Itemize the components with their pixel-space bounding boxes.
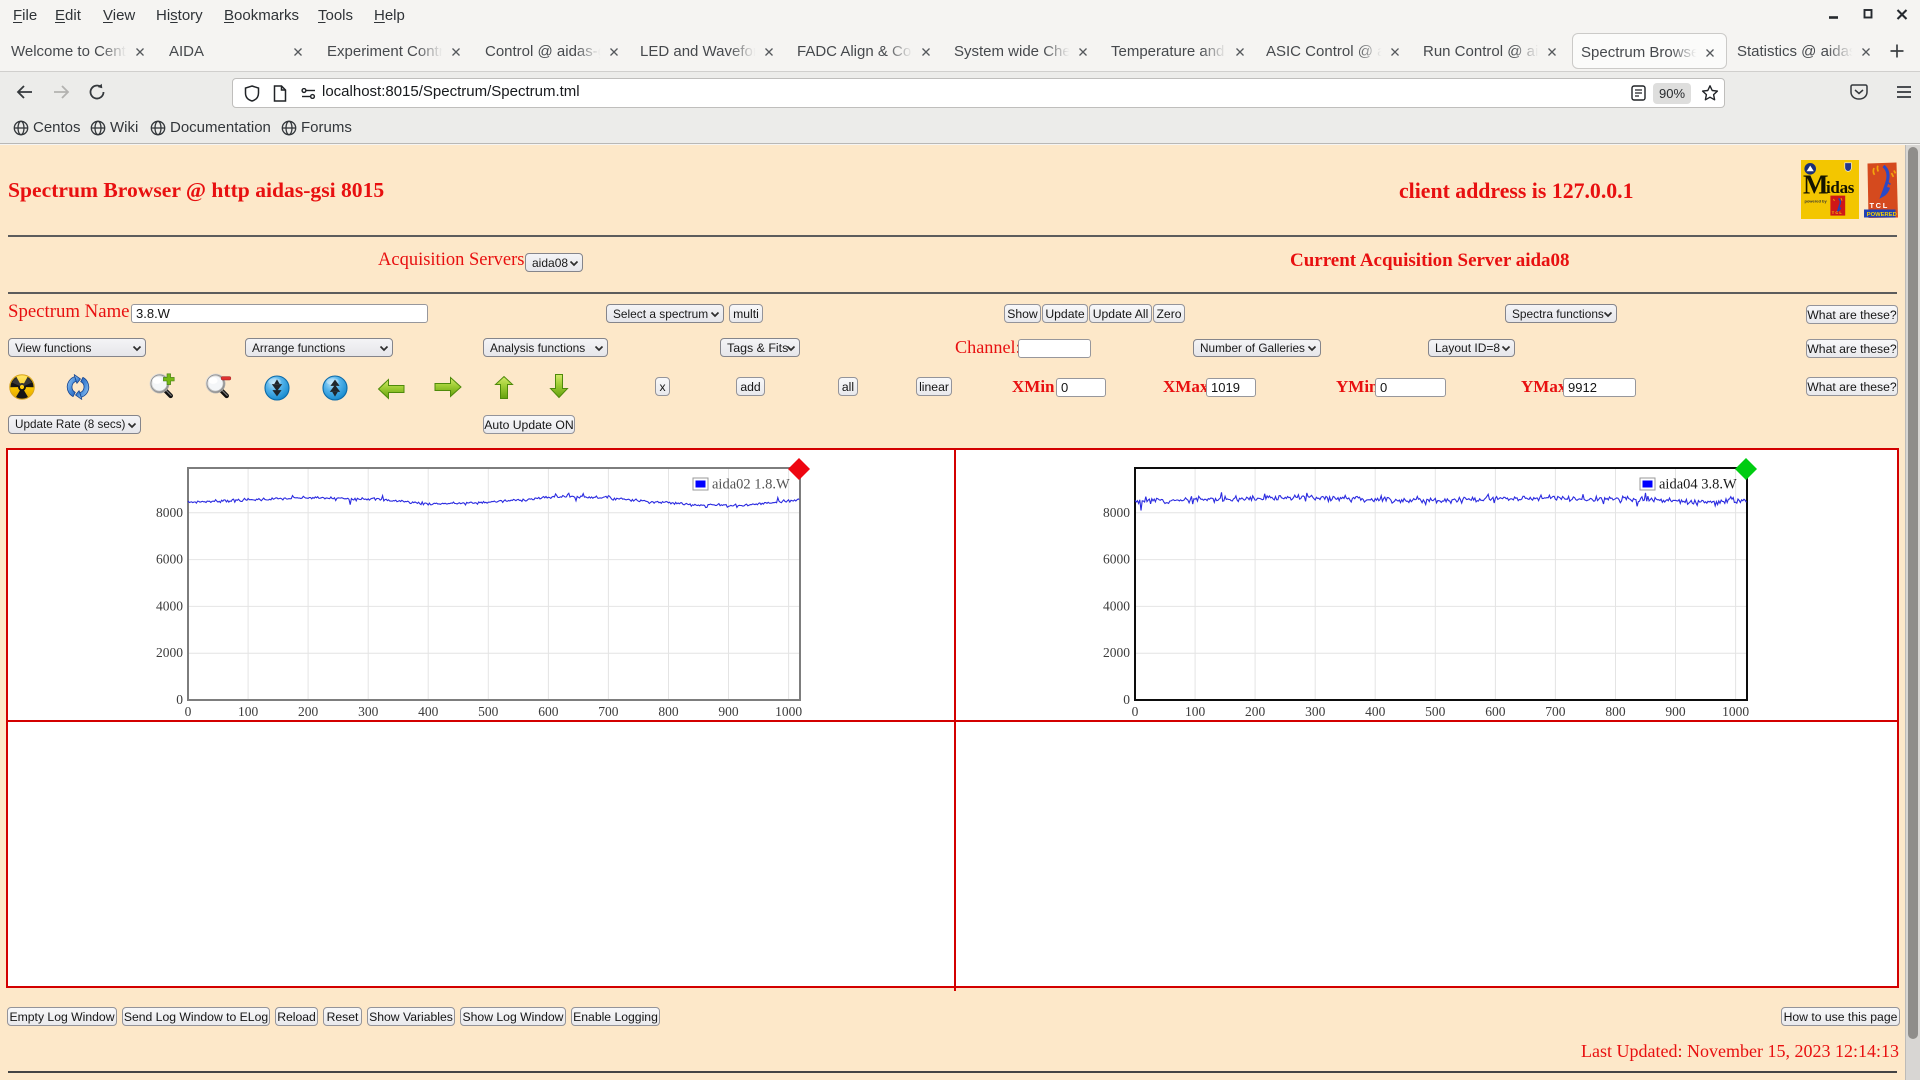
svg-text:900: 900: [1665, 704, 1686, 719]
svg-text:300: 300: [358, 704, 379, 719]
svg-text:500: 500: [478, 704, 499, 719]
svg-text:4000: 4000: [1103, 598, 1130, 613]
svg-text:T C L: T C L: [1832, 210, 1843, 215]
svg-text:800: 800: [658, 704, 679, 719]
svg-text:0: 0: [1123, 692, 1130, 707]
svg-text:8000: 8000: [1103, 505, 1130, 520]
svg-text:900: 900: [718, 704, 739, 719]
svg-text:600: 600: [1485, 704, 1506, 719]
svg-text:6000: 6000: [156, 552, 183, 567]
svg-text:6000: 6000: [1103, 552, 1130, 567]
svg-text:300: 300: [1305, 704, 1326, 719]
svg-text:100: 100: [238, 704, 259, 719]
svg-text:500: 500: [1425, 704, 1446, 719]
svg-text:400: 400: [1365, 704, 1386, 719]
svg-text:powered by: powered by: [1805, 199, 1828, 204]
svg-text:100: 100: [1185, 704, 1206, 719]
svg-text:2000: 2000: [1103, 645, 1130, 660]
svg-text:800: 800: [1605, 704, 1626, 719]
svg-text:200: 200: [298, 704, 319, 719]
svg-text:2000: 2000: [156, 645, 183, 660]
svg-text:200: 200: [1245, 704, 1266, 719]
svg-text:1000: 1000: [1722, 704, 1749, 719]
svg-text:1000: 1000: [775, 704, 802, 719]
svg-text:0: 0: [1132, 704, 1139, 719]
svg-text:700: 700: [598, 704, 619, 719]
svg-text:4000: 4000: [156, 598, 183, 613]
svg-text:POWERED: POWERED: [1867, 212, 1897, 218]
svg-text:M: M: [1803, 170, 1828, 200]
svg-text:0: 0: [176, 692, 183, 707]
svg-text:400: 400: [418, 704, 439, 719]
svg-text:TCL: TCL: [1870, 201, 1889, 210]
svg-text:aida02 1.8.W: aida02 1.8.W: [712, 477, 790, 493]
svg-text:600: 600: [538, 704, 559, 719]
svg-text:idas: idas: [1826, 178, 1855, 197]
svg-text:700: 700: [1545, 704, 1566, 719]
svg-text:aida04 3.8.W: aida04 3.8.W: [1659, 477, 1737, 493]
svg-text:8000: 8000: [156, 505, 183, 520]
svg-text:0: 0: [185, 704, 192, 719]
